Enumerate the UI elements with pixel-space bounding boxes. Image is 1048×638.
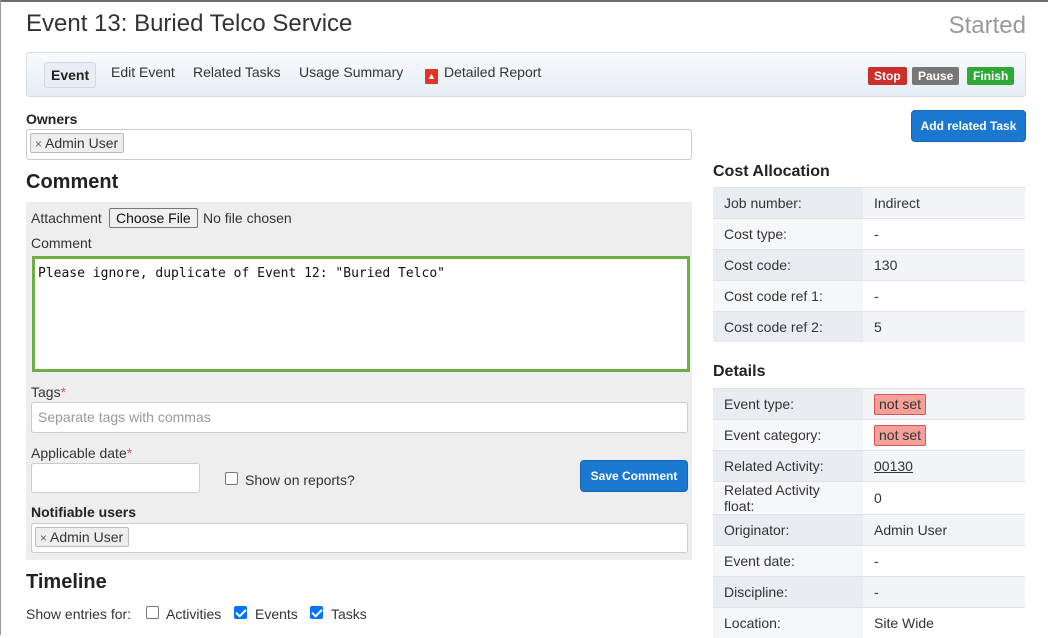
page-title: Event 13: Buried Telco Service — [26, 10, 352, 38]
notifiable-user-token-label: Admin User — [50, 529, 123, 545]
table-row: Related Activity: 00130 — [713, 451, 1025, 482]
tab-event[interactable]: Event — [44, 62, 96, 88]
row-value: - — [863, 219, 1025, 250]
applicable-date-label-text: Applicable date — [31, 445, 127, 461]
window-top-border — [0, 0, 1048, 2]
required-marker: * — [61, 384, 66, 400]
tags-input[interactable]: Separate tags with commas — [31, 402, 688, 433]
row-value: not set — [863, 420, 1025, 451]
related-activity-link[interactable]: 00130 — [874, 458, 913, 474]
add-related-task-button[interactable]: Add related Task — [911, 110, 1026, 142]
filter-events-label: Events — [255, 606, 298, 622]
filter-activities-checkbox[interactable] — [146, 606, 159, 619]
tab-related-tasks[interactable]: Related Tasks — [193, 64, 281, 80]
table-row: Cost code ref 2:5 — [713, 312, 1025, 343]
row-key: Discipline: — [713, 577, 863, 608]
applicable-date-input[interactable] — [31, 463, 200, 493]
choose-file-button[interactable]: Choose File — [109, 208, 198, 228]
tab-edit-event[interactable]: Edit Event — [111, 64, 175, 80]
table-row: Cost code ref 1:- — [713, 281, 1025, 312]
row-key: Cost code ref 2: — [713, 312, 863, 343]
pause-button[interactable]: Pause — [912, 67, 959, 85]
row-key: Cost code ref 1: — [713, 281, 863, 312]
cost-allocation-heading: Cost Allocation — [713, 163, 830, 181]
row-key: Event type: — [713, 389, 863, 420]
owner-token-label: Admin User — [45, 135, 118, 151]
comment-textarea[interactable]: Please ignore, duplicate of Event 12: "B… — [32, 256, 690, 372]
row-key: Related Activity float: — [713, 482, 863, 515]
row-value: 5 — [863, 312, 1025, 343]
table-row: Related Activity float:0 — [713, 482, 1025, 515]
event-navbar: Event Edit Event Related Tasks Usage Sum… — [26, 52, 1026, 97]
table-row: Event date:- — [713, 546, 1025, 577]
owners-field[interactable]: ×Admin User — [26, 129, 692, 160]
tab-detailed-report-label: Detailed Report — [444, 64, 541, 80]
notifiable-user-token[interactable]: ×Admin User — [35, 527, 129, 547]
row-key: Related Activity: — [713, 451, 863, 482]
tags-label: Tags* — [31, 384, 66, 400]
timeline-show-label: Show entries for: — [26, 606, 131, 622]
not-set-badge: not set — [874, 425, 926, 446]
comment-heading: Comment — [26, 171, 118, 194]
row-value: - — [863, 577, 1025, 608]
table-row: Originator:Admin User — [713, 515, 1025, 546]
show-on-reports-label: Show on reports? — [245, 472, 355, 488]
row-key: Event date: — [713, 546, 863, 577]
not-set-badge: not set — [874, 394, 926, 415]
filter-events-checkbox[interactable] — [234, 606, 247, 619]
row-key: Cost type: — [713, 219, 863, 250]
stop-button[interactable]: Stop — [868, 67, 907, 85]
row-value: - — [863, 281, 1025, 312]
file-status: No file chosen — [203, 210, 292, 226]
timeline-heading: Timeline — [26, 571, 107, 594]
table-row: Discipline:- — [713, 577, 1025, 608]
remove-token-icon[interactable]: × — [35, 137, 42, 151]
row-key: Job number: — [713, 188, 863, 219]
row-value: 00130 — [863, 451, 1025, 482]
notifiable-users-label: Notifiable users — [31, 504, 136, 520]
applicable-date-label: Applicable date* — [31, 445, 132, 461]
row-key: Cost code: — [713, 250, 863, 281]
tab-detailed-report[interactable]: ▲ Detailed Report — [425, 64, 541, 84]
details-table: Event type: not set Event category: not se… — [713, 388, 1025, 638]
finish-button[interactable]: Finish — [967, 67, 1014, 85]
tab-usage-summary[interactable]: Usage Summary — [299, 64, 403, 80]
cost-allocation-table: Job number:Indirect Cost type:- Cost cod… — [713, 187, 1025, 342]
comment-label: Comment — [31, 235, 92, 251]
tags-label-text: Tags — [31, 384, 61, 400]
event-status: Started — [949, 12, 1026, 40]
row-key: Event category: — [713, 420, 863, 451]
remove-token-icon[interactable]: × — [40, 531, 47, 545]
table-row: Cost type:- — [713, 219, 1025, 250]
owners-label: Owners — [26, 111, 77, 127]
required-marker: * — [127, 445, 132, 461]
details-heading: Details — [713, 363, 765, 381]
row-value: not set — [863, 389, 1025, 420]
table-row: Location:Site Wide — [713, 608, 1025, 638]
row-value: - — [863, 546, 1025, 577]
show-on-reports-checkbox[interactable] — [225, 472, 238, 485]
row-key: Location: — [713, 608, 863, 638]
row-key: Originator: — [713, 515, 863, 546]
filter-tasks-label: Tasks — [331, 606, 367, 622]
filter-activities-label: Activities — [166, 606, 221, 622]
attachment-label: Attachment — [31, 210, 102, 226]
table-row: Cost code:130 — [713, 250, 1025, 281]
owner-token[interactable]: ×Admin User — [30, 133, 124, 153]
row-value: Site Wide — [863, 608, 1025, 638]
save-comment-button[interactable]: Save Comment — [580, 460, 688, 492]
window-left-border — [0, 0, 1, 635]
row-value: 0 — [863, 482, 1025, 515]
table-row: Job number:Indirect — [713, 188, 1025, 219]
row-value: Indirect — [863, 188, 1025, 219]
table-row: Event category: not set — [713, 420, 1025, 451]
row-value: 130 — [863, 250, 1025, 281]
row-value: Admin User — [863, 515, 1025, 546]
filter-tasks-checkbox[interactable] — [310, 606, 323, 619]
pdf-icon: ▲ — [425, 69, 438, 84]
notifiable-users-field[interactable]: ×Admin User — [31, 523, 688, 553]
table-row: Event type: not set — [713, 389, 1025, 420]
